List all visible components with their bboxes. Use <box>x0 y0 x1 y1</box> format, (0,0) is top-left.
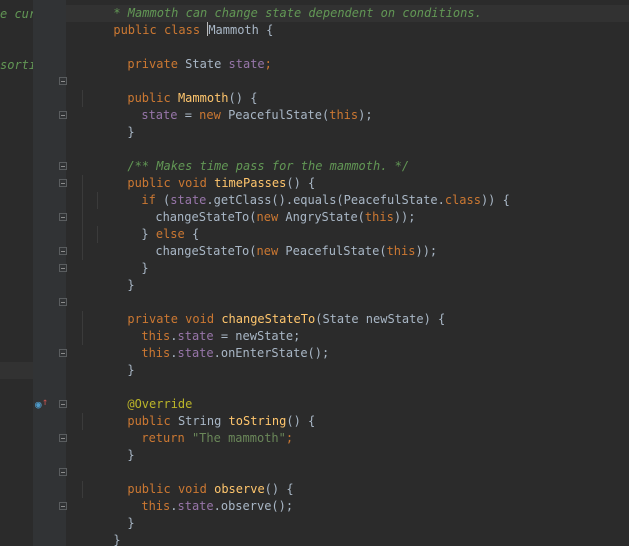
punctuation: ; <box>264 57 272 71</box>
code-line: public String toString() { <box>84 396 315 428</box>
code-line: private State state; <box>84 39 272 71</box>
fold-toggle-icon[interactable] <box>59 264 67 272</box>
keyword: return <box>141 431 185 445</box>
keyword: public <box>113 23 157 37</box>
type-name: State <box>185 57 222 71</box>
code-line: } <box>84 107 134 139</box>
punctuation: )) { <box>480 193 510 207</box>
code-line: public void observe() { <box>84 464 293 496</box>
code-content[interactable]: * Mammoth can change state dependent on … <box>70 0 629 546</box>
code-line: return "The mammoth"; <box>98 413 293 445</box>
keyword: class <box>163 23 201 37</box>
panel-text-fragment: sorti <box>0 58 37 72</box>
fold-toggle-icon[interactable] <box>59 502 67 510</box>
punctuation: ); <box>358 108 373 122</box>
fold-toggle-icon[interactable] <box>59 349 67 357</box>
keyword: private <box>127 57 178 71</box>
brace: } <box>113 533 121 546</box>
fold-toggle-icon[interactable] <box>59 179 67 187</box>
code-line: } <box>84 345 134 377</box>
override-gutter-icon[interactable]: ◉ ↑ <box>35 397 49 412</box>
code-line: } <box>70 515 120 546</box>
statement: .observe(); <box>213 499 294 513</box>
editor-gutter: ◉ ↑ <box>33 0 67 546</box>
keyword: new <box>199 108 221 122</box>
punctuation: )); <box>393 210 416 224</box>
brace: } <box>127 516 135 530</box>
fold-toggle-icon[interactable] <box>59 213 67 221</box>
brace: } <box>127 363 135 377</box>
operator: = <box>177 108 200 122</box>
code-line: /** Makes time pass for the mammoth. */ <box>84 141 409 173</box>
code-line: state = new PeacefulState(this); <box>98 90 372 122</box>
code-line: this.state.observe(); <box>98 481 293 513</box>
project-panel-edge: e cur sorti <box>0 0 37 546</box>
punctuation: ; <box>285 431 294 445</box>
punctuation: )); <box>415 244 438 258</box>
code-line: public Mammoth() { <box>84 73 257 105</box>
fold-toggle-icon[interactable] <box>59 247 67 255</box>
field-name: state <box>177 499 214 513</box>
call: PeacefulState( <box>278 244 387 258</box>
keyword: new <box>256 244 279 258</box>
fold-toggle-icon[interactable] <box>59 400 67 408</box>
code-line: if (state.getClass().equals(PeacefulStat… <box>98 175 509 207</box>
call: PeacefulState( <box>220 108 330 122</box>
code-line: } else { <box>98 209 199 241</box>
code-line: this.state.onEnterState(); <box>98 328 329 360</box>
keyword: this <box>141 499 171 513</box>
fold-toggle-icon[interactable] <box>59 77 67 85</box>
keyword: this <box>141 346 171 360</box>
field-name: state <box>228 57 265 71</box>
panel-row-highlight <box>0 362 33 379</box>
brace: } <box>141 261 149 275</box>
code-line: public class Mammoth { <box>70 5 273 37</box>
code-line: changeStateTo(new PeacefulState(this)); <box>112 226 437 258</box>
keyword: this <box>386 244 416 258</box>
fold-toggle-icon[interactable] <box>59 434 67 442</box>
string-literal: "The mammoth" <box>191 431 286 445</box>
call: AngryState( <box>278 210 365 224</box>
punctuation: . <box>170 499 178 513</box>
signature: (State newState) { <box>315 312 446 326</box>
call: changeStateTo( <box>155 244 257 258</box>
panel-text-fragment: e cur <box>0 7 37 21</box>
code-line: } <box>84 498 134 530</box>
brace: { <box>266 23 274 37</box>
fold-toggle-icon[interactable] <box>59 162 67 170</box>
statement: .onEnterState(); <box>213 346 330 360</box>
code-line: } <box>84 260 134 292</box>
class-name: Mammoth <box>208 23 259 37</box>
code-line: private void changeStateTo(State newStat… <box>84 294 445 326</box>
keyword: this <box>364 210 394 224</box>
code-line: public void timePasses() { <box>84 158 315 190</box>
field-name: state <box>177 346 214 360</box>
code-line: } <box>84 430 134 462</box>
keyword: new <box>256 210 279 224</box>
code-line: } <box>98 243 148 275</box>
punctuation: . <box>170 346 178 360</box>
code-line: @Override <box>84 379 192 411</box>
brace: } <box>127 278 135 292</box>
fold-toggle-icon[interactable] <box>59 298 67 306</box>
brace: } <box>127 125 135 139</box>
keyword: class <box>444 193 481 207</box>
keyword: this <box>329 108 359 122</box>
fold-toggle-icon[interactable] <box>59 468 67 476</box>
code-line: changeStateTo(new AngryState(this)); <box>112 192 415 224</box>
field-name: state <box>141 108 178 122</box>
fold-toggle-icon[interactable] <box>59 111 67 119</box>
code-editor[interactable]: e cur sorti ◉ ↑ * Mammoth can change stat… <box>0 0 629 546</box>
brace: } <box>127 448 135 462</box>
code-line: this.state = newState; <box>98 311 300 343</box>
